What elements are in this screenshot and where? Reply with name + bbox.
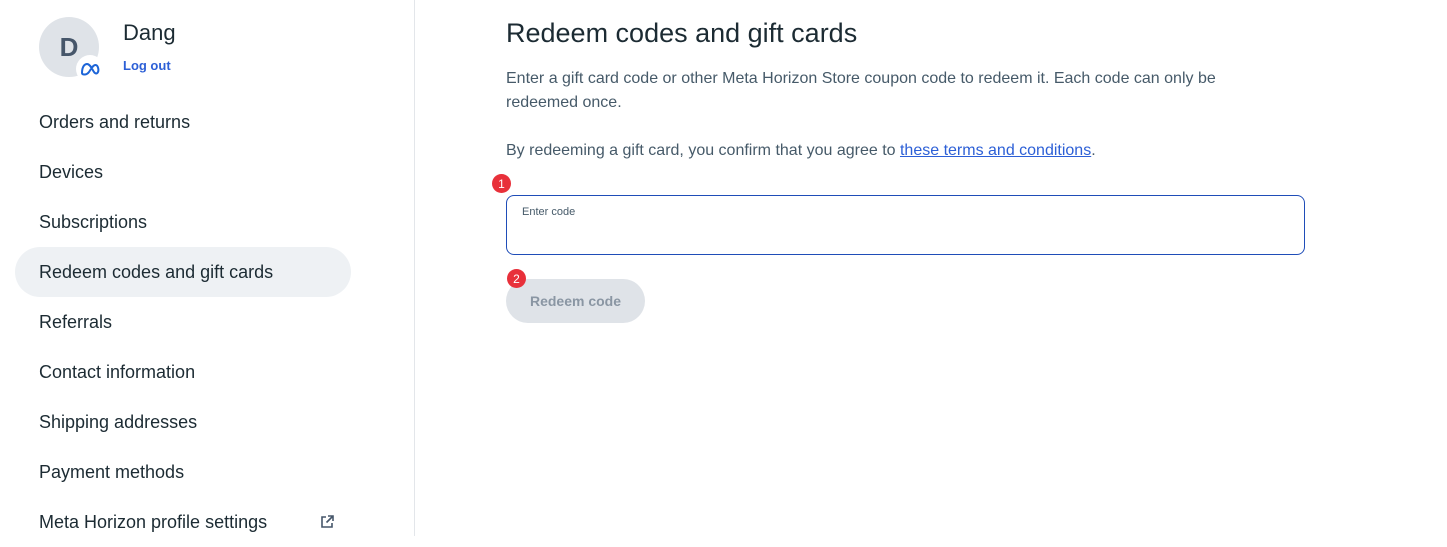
sidebar-nav: Orders and returns Devices Subscriptions… [15, 97, 351, 547]
meta-logo-icon [76, 55, 104, 83]
sidebar-item-contact-information[interactable]: Contact information [15, 347, 351, 397]
code-field[interactable]: Enter code [506, 195, 1305, 255]
code-input[interactable] [521, 224, 1285, 248]
terms-link[interactable]: these terms and conditions [900, 142, 1091, 159]
terms-notice: By redeeming a gift card, you confirm th… [506, 139, 1266, 163]
sidebar-item-shipping-addresses[interactable]: Shipping addresses [15, 397, 351, 447]
sidebar-item-label: Devices [39, 161, 104, 182]
sidebar-item-label: Meta Horizon profile settings [39, 511, 268, 532]
sidebar-item-devices[interactable]: Devices [15, 147, 351, 197]
redeem-code-button[interactable]: Redeem code [506, 279, 645, 323]
sidebar-item-redeem-codes[interactable]: Redeem codes and gift cards [15, 247, 351, 297]
code-field-label: Enter code [522, 206, 576, 218]
sidebar-item-label: Payment methods [39, 461, 185, 482]
marker-badge: 1 [492, 174, 511, 193]
sidebar-item-orders-and-returns[interactable]: Orders and returns [15, 97, 351, 147]
page-description: Enter a gift card code or other Meta Hor… [506, 70, 1216, 111]
sidebar-item-subscriptions[interactable]: Subscriptions [15, 197, 351, 247]
external-link-icon [321, 515, 334, 528]
sidebar-item-profile-settings[interactable]: Meta Horizon profile settings [15, 497, 351, 547]
profile-header: D Dang Log out [39, 17, 359, 83]
page-title: Redeem codes and gift cards [506, 18, 858, 48]
sidebar-item-label: Contact information [39, 361, 196, 382]
marker-badge: 2 [507, 269, 526, 288]
profile-name: Dang [123, 20, 176, 45]
sidebar-item-label: Redeem codes and gift cards [39, 261, 274, 282]
sidebar-item-payment-methods[interactable]: Payment methods [15, 447, 351, 497]
sidebar-item-label: Orders and returns [39, 111, 191, 132]
terms-suffix: . [1091, 142, 1096, 159]
terms-prefix: By redeeming a gift card, you confirm th… [506, 142, 900, 159]
sidebar-item-label: Subscriptions [39, 211, 148, 232]
sidebar-item-referrals[interactable]: Referrals [15, 297, 351, 347]
logout-link[interactable]: Log out [123, 58, 171, 73]
sidebar-item-label: Referrals [39, 311, 113, 332]
sidebar: D Dang Log out Orders and returns Device… [0, 0, 415, 536]
sidebar-item-label: Shipping addresses [39, 411, 198, 432]
